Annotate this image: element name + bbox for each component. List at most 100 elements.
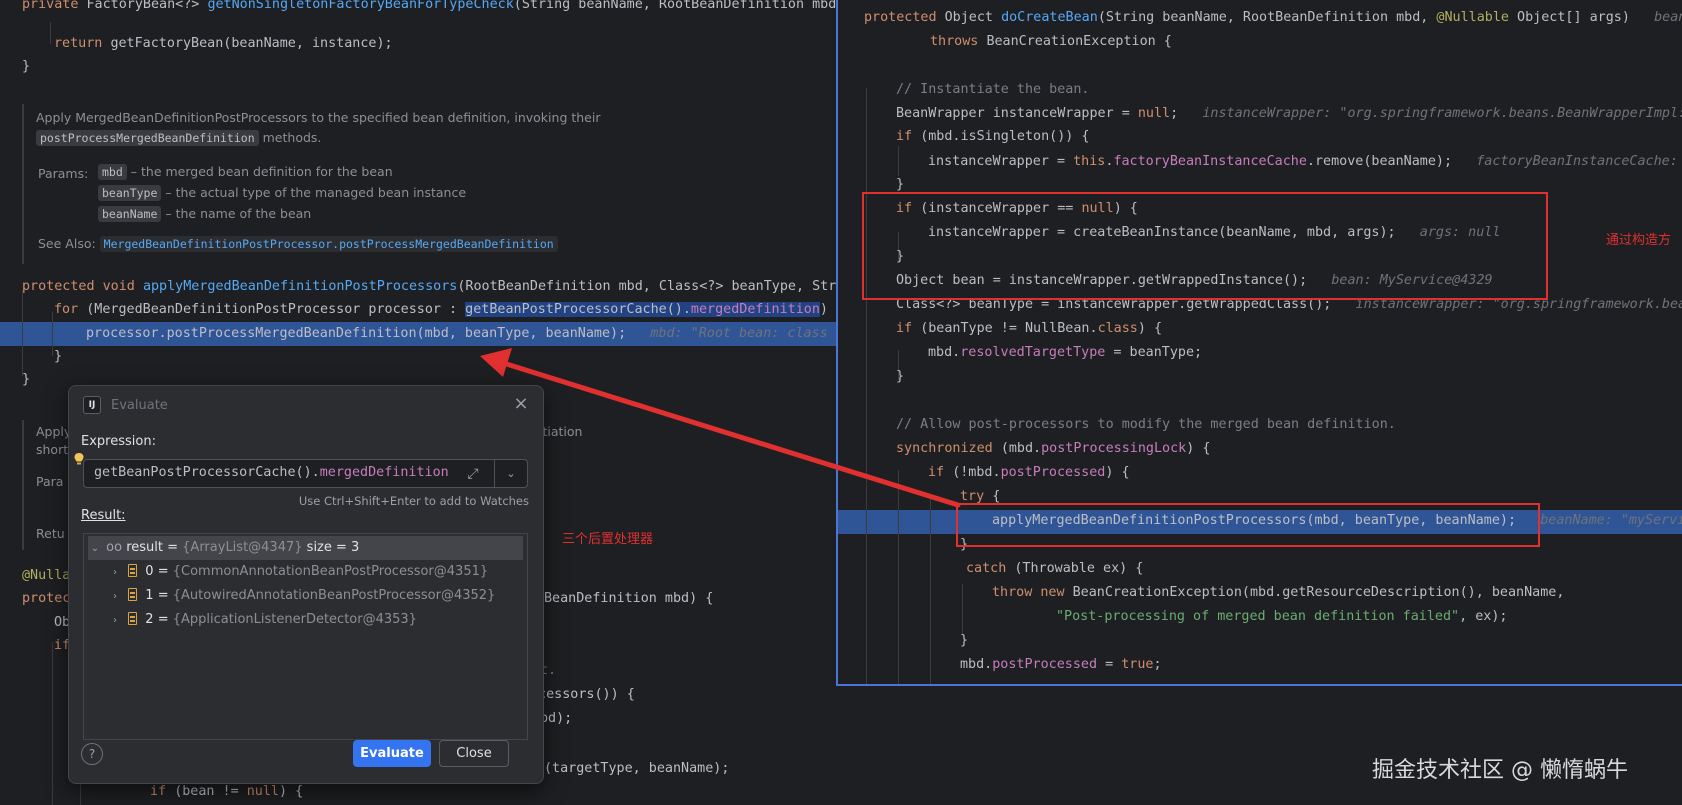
- list-icon: [128, 612, 138, 625]
- doc-param-mbd: mbd – the merged bean definition for the…: [98, 164, 393, 180]
- param-name: beanName: [98, 206, 162, 222]
- code-line: protected Object doCreateBean(String bea…: [864, 7, 1682, 29]
- code-token: getFactoryBean(beanName, instance);: [110, 36, 393, 51]
- expression-label: Expression:: [81, 434, 156, 449]
- indent-guide: [962, 584, 963, 634]
- evaluate-dialog: IJ Evaluate × Expression: getBeanPostPro…: [68, 385, 544, 784]
- item-value: {CommonAnnotationBeanPostProcessor@4351}: [172, 564, 489, 579]
- javadoc-render-block: Apply MergedBeanDefinitionPostProcessors…: [22, 104, 600, 264]
- code-token: applyMergedBeanDefinitionPostProcessors: [142, 279, 458, 294]
- code-line: }: [22, 56, 30, 78]
- see-also-link[interactable]: MergedBeanDefinitionPostProcessor.postPr…: [99, 236, 558, 252]
- result-root-row[interactable]: ⌄ oo result = {ArrayList@4347} size = 3: [88, 536, 523, 560]
- code-token: (beanType != NullBean.: [920, 321, 1098, 336]
- code-token: (String beanName, RootBeanDefinition mbd…: [513, 0, 836, 12]
- code-line: protec: [22, 588, 70, 610]
- code-token: = beanType;: [1105, 345, 1203, 360]
- code-token: try: [960, 489, 993, 504]
- chevron-right-icon[interactable]: ›: [108, 585, 122, 609]
- right-code-editor[interactable]: protected Object doCreateBean(String bea…: [836, 0, 1682, 686]
- result-item-row[interactable]: › 2 = {ApplicationListenerDetector@4353}: [108, 608, 543, 632]
- doc-see-also: See Also: MergedBeanDefinitionPostProces…: [38, 236, 558, 252]
- code-token: BeanDefinition mbd) {: [544, 591, 714, 606]
- code-line: return getFactoryBean(beanName, instance…: [54, 33, 393, 55]
- param-name: mbd: [98, 164, 127, 180]
- expression-field: mergedDefinition: [319, 465, 449, 480]
- code-line: // Instantiate the bean.: [896, 79, 1089, 101]
- param-desc: – the name of the bean: [165, 206, 312, 221]
- indent-guide: [50, 22, 51, 44]
- indent-guide: [866, 88, 867, 684]
- result-tree[interactable]: ⌄ oo result = {ArrayList@4347} size = 3 …: [83, 533, 528, 740]
- param-name: beanType: [98, 185, 162, 201]
- code-token: Object: [944, 10, 1002, 25]
- doc-summary: Apply MergedBeanDefinitionPostProcessors…: [36, 110, 601, 125]
- code-token: Object[] args): [1517, 10, 1655, 25]
- code-token: postProcessingLock: [1041, 441, 1187, 456]
- code-token: resolvedTargetType: [960, 345, 1106, 360]
- see-also-label: See Also:: [38, 236, 96, 251]
- code-token: (RootBeanDefinition mbd, Class<?> beanTy…: [457, 279, 836, 294]
- expression-input[interactable]: getBeanPostProcessorCache().mergedDefini…: [83, 459, 528, 488]
- code-token: ) {: [279, 784, 304, 799]
- code-token: (mbd.isSingleton()) {: [920, 129, 1090, 144]
- param-desc: – the merged bean definition for the bea…: [130, 164, 393, 179]
- item-value: {ApplicationListenerDetector@4353}: [172, 612, 417, 627]
- code-token: (targetType, beanName);: [544, 761, 730, 776]
- code-token: mbd.: [928, 345, 961, 360]
- indent-guide: [898, 146, 899, 176]
- doc-code-chip: postProcessMergedBeanDefinition: [36, 130, 259, 146]
- code-line: ocessors()) {: [530, 684, 635, 706]
- doc-params-label: Params:: [38, 166, 89, 181]
- code-token: beanN: [1654, 10, 1682, 25]
- annotation-constructor-note: 通过构造方: [1606, 233, 1672, 248]
- code-token: (String beanName, RootBeanDefinition mbd…: [1097, 10, 1437, 25]
- code-token: null: [246, 784, 279, 799]
- code-token: }: [22, 372, 31, 387]
- code-token: if: [928, 465, 953, 480]
- chevron-right-icon[interactable]: ›: [108, 561, 122, 585]
- chevron-down-icon[interactable]: ⌄: [88, 537, 102, 561]
- code-token: }: [54, 349, 63, 364]
- code-token: factoryBeanInstanceCache: [1113, 154, 1307, 169]
- code-line: }: [22, 369, 30, 391]
- indent-guide: [52, 312, 53, 356]
- close-icon[interactable]: ×: [511, 394, 531, 414]
- evaluate-button[interactable]: Evaluate: [353, 740, 431, 767]
- code-token: BeanCreationException(mbd.getResourceDes…: [1072, 585, 1565, 600]
- code-token: getNonSingletonFactoryBeanForTypeCheck: [207, 0, 514, 12]
- code-token: protected: [864, 10, 945, 25]
- code-line: for (MergedBeanDefinitionPostProcessor p…: [54, 299, 836, 321]
- chevron-right-icon[interactable]: ›: [108, 609, 122, 633]
- expression-divider: [494, 460, 495, 487]
- indent-guide: [22, 290, 23, 376]
- result-item-row[interactable]: › 0 = {CommonAnnotationBeanPostProcessor…: [108, 560, 543, 584]
- close-button[interactable]: Close: [439, 740, 509, 767]
- help-button[interactable]: ?: [81, 743, 103, 765]
- code-line: throw new BeanCreationException(mbd.getR…: [992, 582, 1564, 604]
- annotation-post-processors-note: 三个后置处理器: [562, 532, 654, 547]
- code-token: }: [960, 633, 969, 648]
- code-line: }: [960, 630, 968, 652]
- code-token: private: [22, 0, 87, 12]
- code-line: protected void applyMergedBeanDefinition…: [22, 276, 836, 298]
- code-line: throws BeanCreationException {: [930, 31, 1172, 53]
- doc2-text: short: [36, 442, 69, 457]
- result-item-row[interactable]: › 1 = {AutowiredAnnotationBeanPostProces…: [108, 584, 543, 608]
- code-line: processor.postProcessMergedBeanDefinitio…: [86, 323, 836, 345]
- expand-icon[interactable]: ⤢: [463, 464, 483, 484]
- expression-text[interactable]: getBeanPostProcessorCache().mergedDefini…: [94, 465, 449, 480]
- code-token: if: [150, 784, 175, 799]
- code-token: , ex);: [1459, 609, 1508, 624]
- code-token: catch: [966, 561, 1015, 576]
- code-token: "Post-processing of merged bean definiti…: [1056, 609, 1460, 624]
- code-line: BeanWrapper instanceWrapper = null; inst…: [896, 103, 1682, 125]
- code-token: // Allow post-processors to modify the m…: [896, 417, 1396, 432]
- code-line: if (beanType != NullBean.class) {: [896, 318, 1162, 340]
- code-token: mergedDefinition: [690, 302, 820, 317]
- item-value: {AutowiredAnnotationBeanPostProcessor@43…: [172, 588, 496, 603]
- code-token: throw new: [992, 585, 1073, 600]
- history-dropdown-icon[interactable]: ⌄: [501, 464, 521, 484]
- code-token: (MergedBeanDefinitionPostProcessor proce…: [86, 302, 466, 317]
- code-line: (targetType, beanName);: [544, 758, 729, 780]
